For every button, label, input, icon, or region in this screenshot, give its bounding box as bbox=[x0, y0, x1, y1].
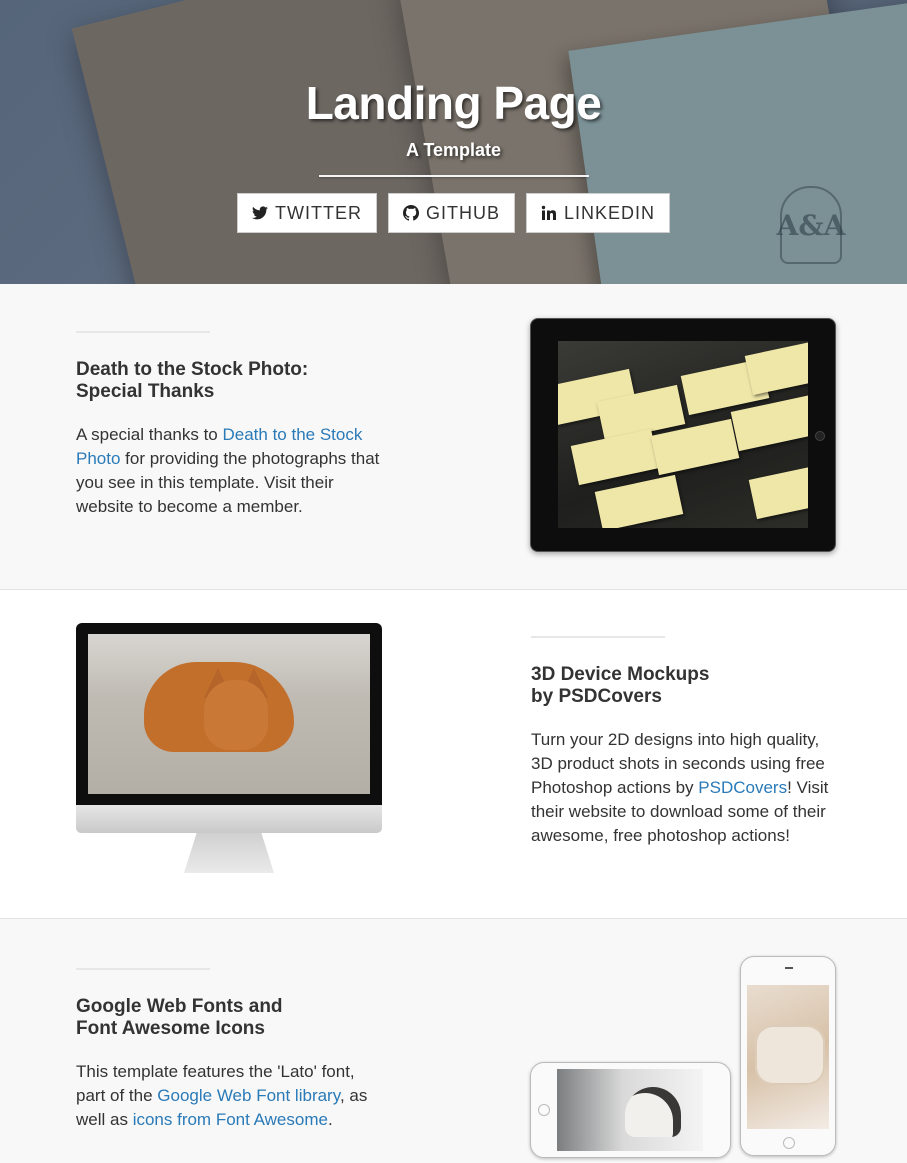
heading-line: Special Thanks bbox=[76, 381, 215, 402]
paragraph-text: A special thanks to bbox=[76, 425, 223, 444]
section-text: 3D Device Mockups by PSDCovers Turn your… bbox=[531, 636, 837, 848]
section-paragraph: A special thanks to Death to the Stock P… bbox=[76, 423, 386, 519]
phone-speaker bbox=[785, 967, 793, 969]
section-heading: Google Web Fonts and Font Awesome Icons bbox=[76, 996, 386, 1040]
github-icon bbox=[403, 205, 419, 221]
ipad-home-button bbox=[815, 431, 825, 441]
paragraph-text: for providing the photographs that you s… bbox=[76, 449, 380, 516]
linkedin-button-label: LINKEDIN bbox=[563, 202, 656, 223]
linkedin-icon bbox=[541, 205, 556, 220]
page-subtitle: A Template bbox=[405, 140, 502, 160]
iphone-landscape-mockup-image bbox=[530, 1062, 731, 1158]
phone-home-button bbox=[783, 1137, 795, 1149]
github-button-label: GITHUB bbox=[425, 202, 500, 223]
section-paragraph: This template features the 'Lato' font, … bbox=[76, 1060, 386, 1132]
linkedin-button[interactable]: LINKEDIN bbox=[525, 193, 671, 233]
sticky-note bbox=[594, 474, 684, 528]
section-paragraph: Turn your 2D designs into high quality, … bbox=[531, 728, 837, 848]
sofa-photo bbox=[755, 1025, 825, 1085]
imac-screen bbox=[88, 634, 370, 794]
apple-logo-icon bbox=[76, 805, 382, 833]
google-web-font-link[interactable]: Google Web Font library bbox=[157, 1086, 340, 1105]
imac-mockup-image bbox=[76, 623, 382, 873]
section-heading: 3D Device Mockups by PSDCovers bbox=[531, 664, 837, 708]
phone-screen bbox=[747, 985, 829, 1129]
paragraph-text: . bbox=[327, 1110, 333, 1129]
section-rule bbox=[76, 968, 210, 970]
heading-line: Death to the Stock Photo: bbox=[76, 359, 309, 380]
ipad-mockup-image bbox=[530, 318, 836, 552]
github-button[interactable]: GITHUB bbox=[387, 193, 515, 233]
sticky-note bbox=[744, 341, 808, 396]
section-text: Death to the Stock Photo: Special Thanks… bbox=[76, 331, 386, 519]
heading-line: 3D Device Mockups bbox=[531, 664, 710, 685]
heading-line: by PSDCovers bbox=[531, 686, 662, 707]
iphone-portrait-mockup-image bbox=[740, 956, 836, 1156]
hero-content: Landing Page A Template TWITTER GITHUB L… bbox=[0, 0, 907, 233]
hero-divider bbox=[318, 175, 589, 177]
imac-stand bbox=[184, 833, 274, 873]
section-rule bbox=[531, 636, 665, 638]
section-device-mockups: 3D Device Mockups by PSDCovers Turn your… bbox=[0, 590, 907, 919]
section-heading: Death to the Stock Photo: Special Thanks bbox=[76, 359, 386, 403]
phone-screen bbox=[557, 1069, 703, 1151]
section-rule bbox=[76, 331, 210, 333]
section-text: Google Web Fonts and Font Awesome Icons … bbox=[76, 968, 386, 1132]
sticky-note bbox=[570, 428, 660, 486]
hero-banner: A&A Landing Page A Template TWITTER GITH… bbox=[0, 0, 907, 284]
section-stock-photo: Death to the Stock Photo: Special Thanks… bbox=[0, 284, 907, 590]
sticky-note bbox=[748, 462, 808, 520]
font-awesome-link[interactable]: icons from Font Awesome bbox=[133, 1110, 328, 1129]
twitter-button[interactable]: TWITTER bbox=[236, 193, 377, 233]
twitter-button-label: TWITTER bbox=[274, 202, 362, 223]
social-buttons: TWITTER GITHUB LINKEDIN bbox=[0, 193, 907, 233]
twitter-icon bbox=[251, 206, 268, 220]
imac-frame bbox=[76, 623, 382, 805]
heading-line: Font Awesome Icons bbox=[76, 1018, 265, 1039]
dog-photo bbox=[625, 1087, 681, 1137]
section-fonts-icons: Google Web Fonts and Font Awesome Icons … bbox=[0, 919, 907, 1163]
ipad-screen bbox=[558, 341, 808, 528]
heading-line: Google Web Fonts and bbox=[76, 996, 283, 1017]
phone-home-button bbox=[538, 1104, 550, 1116]
psdcovers-link[interactable]: PSDCovers bbox=[698, 778, 787, 797]
page-title: Landing Page bbox=[305, 77, 602, 129]
dog-head bbox=[204, 680, 268, 750]
